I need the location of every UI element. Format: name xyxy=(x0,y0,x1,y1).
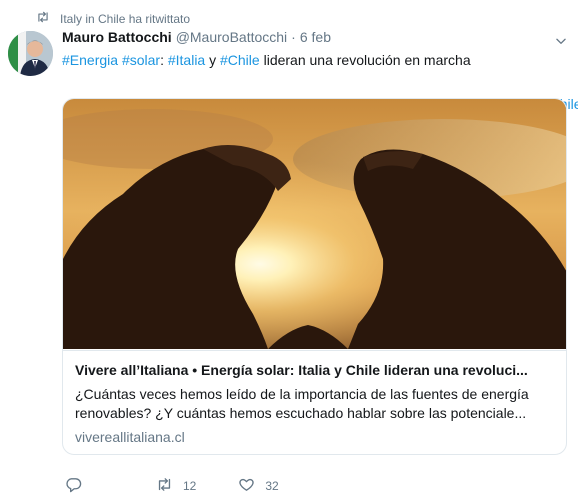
hashtag-italia[interactable]: #Italia xyxy=(168,52,205,68)
author-handle[interactable]: @MauroBattocchi xyxy=(176,29,287,45)
card-domain: vivereallitaliana.cl xyxy=(75,429,185,445)
retweet-icon xyxy=(156,476,173,496)
avatar[interactable] xyxy=(8,31,53,76)
separator: · xyxy=(291,29,296,45)
heart-icon xyxy=(238,476,255,496)
tweet-header: Mauro Battocchi @MauroBattocchi · 6 feb xyxy=(62,29,564,45)
link-preview-card[interactable]: Vivere all’Italiana • Energía solar: Ita… xyxy=(62,98,567,455)
like-count: 32 xyxy=(265,479,279,493)
reply-button[interactable] xyxy=(65,476,92,496)
card-image[interactable] xyxy=(63,99,566,349)
tweet-line-1: #Energia #solar: #Italia y #Chile lidera… xyxy=(62,49,568,71)
retweet-button[interactable]: 12 xyxy=(156,476,196,496)
hashtag-solar[interactable]: #solar xyxy=(122,52,160,68)
author-name[interactable]: Mauro Battocchi xyxy=(62,29,172,45)
retweet-context-text[interactable]: Italy in Chile ha ritwittato xyxy=(60,12,190,26)
retweet-icon xyxy=(36,10,50,27)
hashtag-chile[interactable]: #Chile xyxy=(220,52,260,68)
card-title[interactable]: Vivere all’Italiana • Energía solar: Ita… xyxy=(75,361,554,379)
chevron-down-icon[interactable] xyxy=(554,34,568,48)
like-button[interactable]: 32 xyxy=(238,476,279,496)
retweet-count: 12 xyxy=(183,479,197,493)
text-fragment: y xyxy=(205,52,220,68)
text-fragment: : xyxy=(160,52,168,68)
card-description: ¿Cuántas veces hemos leído de la importa… xyxy=(75,386,529,421)
retweet-context[interactable]: Italy in Chile ha ritwittato xyxy=(36,10,190,27)
hashtag-energia[interactable]: #Energia xyxy=(62,52,118,68)
reply-icon xyxy=(65,476,82,496)
text-fragment: lideran una revolución en marcha xyxy=(259,52,471,68)
tweet-actions: 12 32 xyxy=(62,476,279,496)
card-body[interactable]: Vivere all’Italiana • Energía solar: Ita… xyxy=(63,350,566,454)
tweet-date[interactable]: 6 feb xyxy=(300,29,331,45)
